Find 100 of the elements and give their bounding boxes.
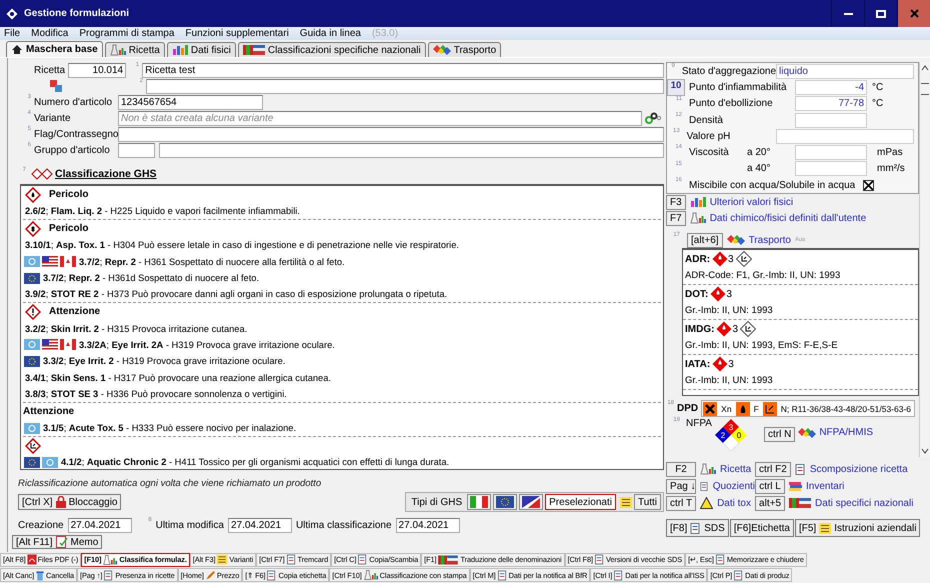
us-canada-flag-icon	[522, 496, 540, 508]
health-hazard-pictogram-icon	[25, 220, 41, 237]
field-label: Ultima modifica	[156, 520, 224, 531]
eu-flag-button[interactable]	[493, 494, 518, 510]
document-button[interactable]: [F8] SDS	[666, 519, 729, 538]
menu-item[interactable]: Guida in linea	[300, 28, 361, 39]
transport-mode: IATA:	[685, 358, 710, 370]
tab[interactable]: Dati fisici	[166, 42, 236, 57]
menu-item[interactable]: Programmi di stampa	[79, 28, 174, 39]
date-field[interactable]: 27.04.2021	[396, 518, 460, 533]
shortcut-button[interactable]: Pag ↓	[666, 478, 696, 494]
flask-icon	[363, 570, 378, 581]
link[interactable]: Trasporto	[748, 234, 791, 246]
scrollbar-thumb[interactable]	[921, 83, 930, 95]
link[interactable]: Dati specifici nazionali	[815, 498, 914, 509]
input-field[interactable]: -4	[795, 80, 868, 95]
transport-details: Gr.-Imb: II, UN: 1993	[685, 304, 774, 318]
input-field[interactable]	[118, 126, 664, 142]
document-button[interactable]: [F6]Etichetta	[730, 519, 794, 538]
date-field[interactable]: 27.04.2021	[228, 518, 292, 533]
shortcut-button[interactable]: [alt+6]	[687, 232, 723, 248]
close-icon	[910, 9, 918, 18]
hazard-statement: 3.7/2; Repr. 2 - H361 Sospettato di nuocere alla fertilità o al feto.	[79, 256, 345, 267]
field-label: Punto d'ebollizione	[688, 98, 774, 110]
shortcut-button[interactable]: alt+5	[755, 496, 786, 511]
bar-chart-icon	[172, 44, 188, 56]
recipe-number-field[interactable]: 10.014	[68, 62, 126, 78]
document-icon	[104, 570, 114, 580]
document-icon	[794, 464, 806, 475]
pictograms-icon	[31, 168, 53, 180]
input-field[interactable]	[795, 145, 868, 160]
shortcut-button[interactable]: ctrl T	[666, 496, 696, 511]
input-field[interactable]	[776, 128, 914, 144]
link[interactable]: Dati chimico/fisici definiti dall'utente	[710, 212, 866, 224]
input-field[interactable]: 1234567654	[118, 94, 263, 110]
input-field[interactable]	[795, 112, 868, 128]
us-canada-flag-button[interactable]	[519, 494, 544, 510]
eu-flag-icon	[496, 496, 514, 508]
all-button[interactable]: Tutti	[634, 494, 662, 510]
shortcut-button[interactable]: F2	[666, 462, 696, 477]
flame-pictogram-icon	[25, 186, 41, 202]
menu-item[interactable]: Modifica	[31, 28, 68, 39]
link[interactable]: NFPA/HMIS	[819, 427, 874, 438]
lock-button[interactable]: [Ctrl X] Bloccaggio	[18, 494, 122, 510]
scrollbar[interactable]	[919, 62, 930, 457]
input-field[interactable]	[159, 142, 664, 158]
field-label: a 40°	[747, 163, 772, 174]
scroll-down-icon	[921, 448, 930, 454]
eu-flag-icon	[24, 356, 40, 367]
bar-chart-icon	[690, 196, 706, 208]
recipe-name-field[interactable]: Ricetta test	[142, 62, 664, 78]
tab[interactable]: Trasporto	[428, 42, 502, 57]
field-label: Miscibile con acqua/Solubile in acqua	[688, 180, 856, 191]
field-label: Ricetta	[34, 64, 66, 76]
input-field[interactable]: liquido	[776, 64, 914, 79]
shortcut-button[interactable]: ctrl N	[764, 427, 796, 442]
document-icon	[497, 570, 508, 580]
tab[interactable]: Classificazioni specifiche nazionali	[238, 42, 426, 57]
italy-flag-icon	[470, 496, 488, 508]
tab[interactable]: Ricetta	[104, 42, 165, 57]
close-button[interactable]	[897, 0, 930, 27]
checkbox[interactable]	[863, 180, 874, 191]
shortcut-button[interactable]: F7	[666, 210, 686, 226]
signal-word: Pericolo	[49, 189, 88, 200]
memo-button[interactable]: [Alt F11] Memo	[12, 535, 102, 549]
field-label: Creazione	[18, 520, 64, 531]
link[interactable]: Scomposizione ricetta	[810, 464, 908, 475]
version-label: (53.0)	[372, 28, 398, 39]
link[interactable]: Ricetta	[720, 464, 752, 475]
input-field[interactable]: Non è stata creata alcuna variante	[118, 110, 642, 126]
input-field[interactable]: 77-78	[795, 96, 868, 112]
input-field[interactable]	[795, 161, 868, 176]
hazard-statement: 3.10/1; Asp. Tox. 1 - H304 Può essere letale in caso di ingestione e di penetrazione nelle vie respiratorie.	[25, 240, 459, 250]
section-title[interactable]: Classificazione GHS	[55, 168, 157, 180]
hazard-statement: 3.4/1; Skin Sens. 1 - H317 Può provocare una reazione allergica cutanea.	[25, 372, 331, 383]
input-field[interactable]	[118, 142, 155, 158]
hazard-class: 3	[726, 288, 732, 300]
preset-button[interactable]: Preselezionati	[545, 494, 616, 510]
un-flag-icon	[24, 256, 40, 268]
italy-flag-button[interactable]	[467, 494, 492, 510]
canada-flag-icon	[60, 339, 76, 350]
notepad-icon	[56, 536, 68, 548]
menu-item[interactable]: File	[4, 28, 20, 39]
document-icon	[690, 522, 702, 534]
flask-icon	[700, 463, 716, 476]
link[interactable]: Inventari	[806, 480, 844, 492]
document-button[interactable]: [F5] Istruzioni aziendali	[794, 519, 920, 538]
link[interactable]: Quozienti	[712, 480, 756, 492]
recipe-description-field[interactable]	[146, 78, 664, 94]
link[interactable]: Dati tox	[717, 498, 751, 509]
shortcut-button[interactable]: F3	[666, 194, 686, 210]
tab[interactable]: Maschera base	[6, 41, 103, 57]
date-field[interactable]: 27.04.2021	[68, 518, 132, 533]
signal-word: Attenzione	[49, 306, 100, 318]
link[interactable]: Ulteriori valori fisici	[710, 196, 794, 208]
menu-item[interactable]: Funzioni supplementari	[185, 28, 289, 39]
shortcut-button[interactable]: ctrl L	[755, 478, 786, 494]
shortcut-button[interactable]: ctrl F2	[755, 462, 791, 477]
hazard-statement: 3.1/5; Acute Tox. 5 - H333 Può essere nocivo per inalazione.	[43, 423, 296, 434]
hazard-statement: 3.2/2; Skin Irrit. 2 - H315 Provoca irritazione cutanea.	[25, 324, 248, 334]
